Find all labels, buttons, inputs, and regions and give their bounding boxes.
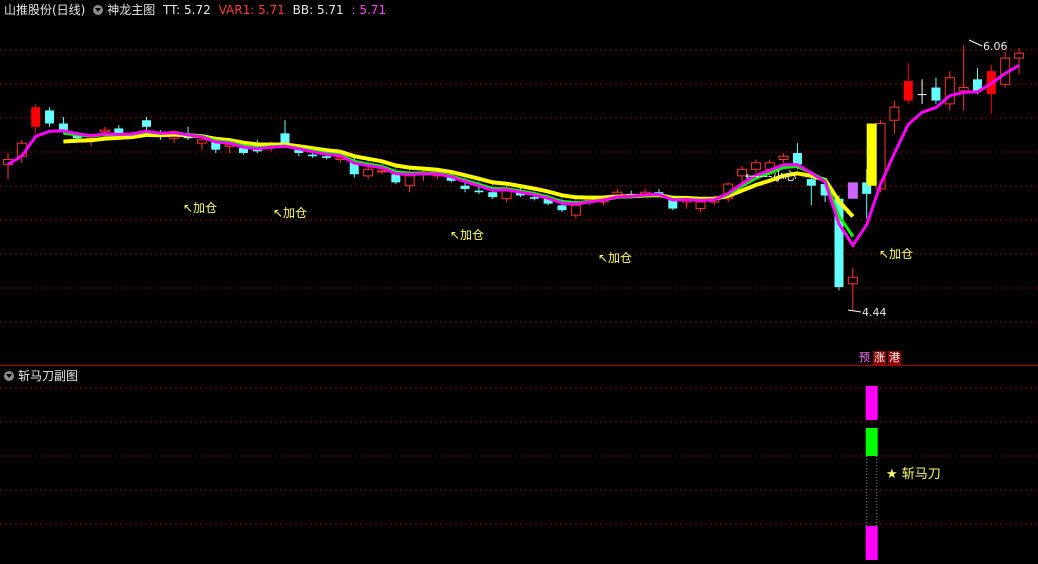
candle-body <box>557 205 567 211</box>
annotations: 6.06 4.44 ↖加仓 ↖加仓 ↖加仓 ↖加仓 ↖加仓 ←----小心 ★ … <box>183 39 1008 482</box>
stock-name[interactable]: 山推股份(日线) <box>4 3 85 17</box>
signal-jiacang-2: ↖加仓 <box>273 206 307 220</box>
sub-panel-header: 斩马刀副图 <box>4 369 82 383</box>
tag-zhang: 涨 <box>873 351 886 365</box>
low-marker-line <box>847 309 862 313</box>
signal-jiacang-3: ↖加仓 <box>450 228 484 242</box>
signal-jiacang-4: ↖加仓 <box>598 251 632 265</box>
main-panel-header: 山推股份(日线) 神龙主图 TT: 5.72 VAR1: 5.71 BB: 5.… <box>4 3 390 17</box>
caution-label: ←----小心 <box>745 169 796 183</box>
candle-body <box>474 190 484 193</box>
yellow-trend-line <box>63 132 855 218</box>
candle-body <box>917 94 927 96</box>
sub-settings-gear-icon[interactable] <box>4 371 14 381</box>
candle-body <box>404 175 415 187</box>
grid-lines <box>0 49 1038 525</box>
candle-body <box>792 152 802 165</box>
candle-body <box>903 80 913 101</box>
line-value: : 5.71 <box>351 3 387 17</box>
var1-value: VAR1: 5.71 <box>218 3 285 17</box>
sub-magenta-bar <box>865 526 878 560</box>
purple-signal-bar <box>847 182 858 199</box>
green-trend-line <box>63 130 855 238</box>
chart-canvas[interactable]: 6.06 4.44 ↖加仓 ↖加仓 ↖加仓 ↖加仓 ↖加仓 ←----小心 ★ … <box>0 0 1038 564</box>
candle-body <box>889 106 900 121</box>
indicator-name[interactable]: 神龙主图 <box>107 3 155 17</box>
settings-gear-icon[interactable] <box>93 5 104 15</box>
candle-body <box>529 197 539 199</box>
tt-value: TT: 5.72 <box>163 3 211 17</box>
sub-magenta-bar <box>865 386 878 420</box>
candle-body <box>695 201 706 210</box>
candle-body <box>460 185 470 189</box>
candle-body <box>376 170 387 173</box>
candle-body <box>308 154 318 157</box>
candle-body <box>570 204 581 216</box>
zhanmadao-signal-label: ★ 斩马刀 <box>886 467 941 482</box>
candle-body <box>1014 52 1025 59</box>
tag-yu: 预 <box>859 351 870 364</box>
signal-jiacang-5: ↖加仓 <box>879 247 913 261</box>
candle-body <box>99 129 110 133</box>
sub-green-bar <box>865 428 878 456</box>
yellow-signal-bar <box>866 123 877 186</box>
candle-body <box>806 179 816 186</box>
high-marker-line <box>968 39 983 47</box>
candle-body <box>778 155 789 161</box>
candle-body <box>31 107 41 127</box>
candle-body <box>931 87 941 101</box>
bb-value: BB: 5.71 <box>292 3 344 17</box>
candle-body <box>488 192 498 198</box>
candle-body <box>391 174 401 183</box>
chart-window[interactable]: 6.06 4.44 ↖加仓 ↖加仓 ↖加仓 ↖加仓 ↖加仓 ←----小心 ★ … <box>0 0 1038 564</box>
high-price-label: 6.06 <box>983 40 1008 53</box>
candle-body <box>142 120 151 127</box>
tag-gang: 港 <box>888 351 901 365</box>
trend-lines <box>7 64 1020 249</box>
candle-body <box>322 156 332 158</box>
candle-body <box>196 139 207 144</box>
sub-panel-title[interactable]: 斩马刀副图 <box>18 369 78 383</box>
sub-chart-bars <box>865 386 878 560</box>
low-price-label: 4.44 <box>862 306 887 319</box>
candle-body <box>958 87 969 92</box>
candle-body <box>363 168 374 177</box>
candle-body <box>847 276 858 285</box>
candle-body <box>45 110 55 124</box>
candle-body <box>58 123 68 131</box>
signal-jiacang-1: ↖加仓 <box>183 201 217 215</box>
panel-separator[interactable] <box>0 365 1038 366</box>
